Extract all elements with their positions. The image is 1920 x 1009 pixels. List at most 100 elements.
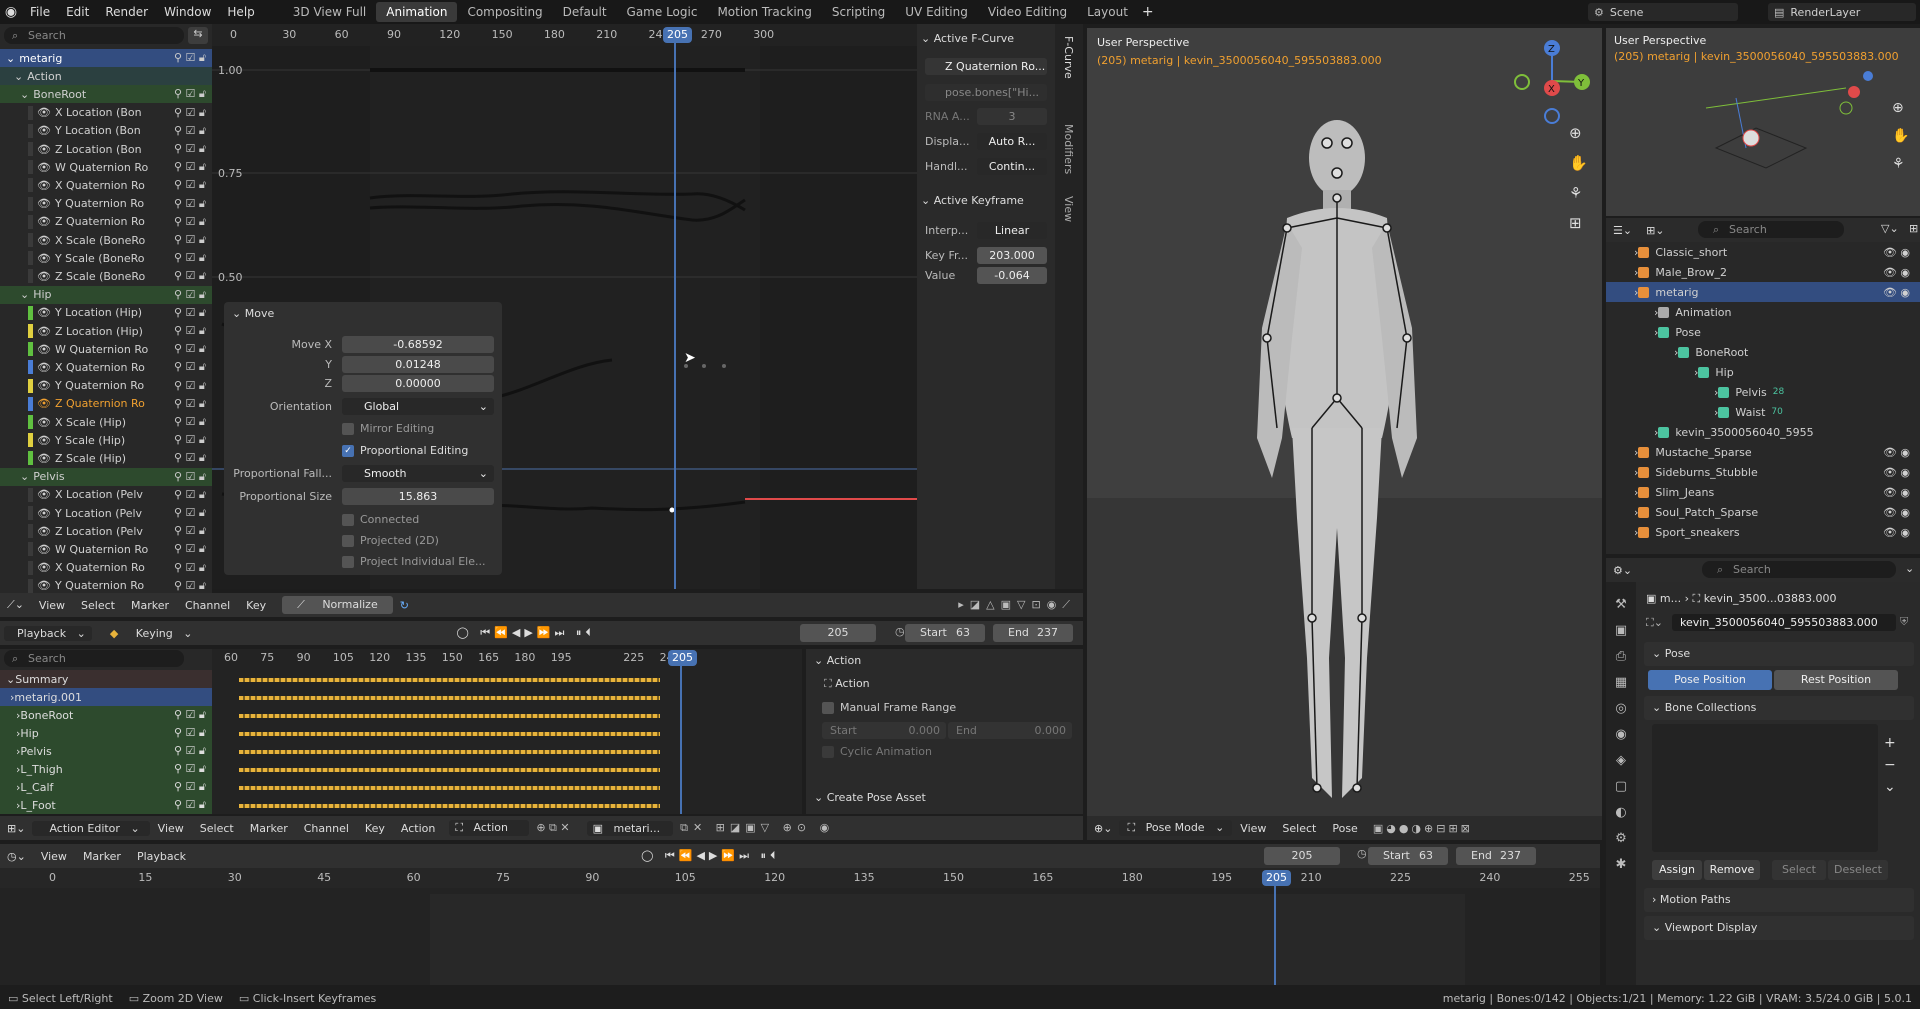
channel-toggles-icons[interactable]: ⚲ ☑ 🔓︎ bbox=[174, 798, 212, 812]
tab-default[interactable]: Default bbox=[553, 2, 617, 22]
channel-row[interactable]: ⌄ Pelvis ⚲ ☑ 🔓︎ bbox=[0, 467, 212, 486]
channel-toggles-icons[interactable]: ⚲ ☑ 🔓︎ bbox=[174, 379, 212, 393]
interpolation-dropdown[interactable]: Linear bbox=[977, 222, 1047, 239]
properties-editor-icon[interactable]: ⚙⌄ bbox=[1606, 564, 1639, 577]
start-frame-field[interactable]: Start 63 bbox=[905, 624, 985, 642]
tab-animation[interactable]: Animation bbox=[376, 2, 458, 22]
proportional-editing-checkbox[interactable]: ✓ Proportional Editing bbox=[342, 444, 468, 457]
eye-icon[interactable]: 👁︎ bbox=[37, 361, 51, 374]
channel-toggles-icons[interactable]: ⚲ ☑ 🔓︎ bbox=[174, 708, 212, 722]
eye-icon[interactable]: 👁︎ bbox=[37, 215, 51, 228]
motion-paths-header[interactable]: › Motion Paths bbox=[1644, 888, 1914, 912]
properties-search[interactable]: ⌕ Search bbox=[1702, 561, 1896, 578]
eye-icon[interactable]: 👁︎ bbox=[37, 543, 51, 556]
move-x-field[interactable]: -0.68592 bbox=[342, 336, 494, 353]
character-rig[interactable] bbox=[1217, 98, 1457, 838]
eye-icon[interactable]: 👁︎ bbox=[37, 106, 51, 119]
projected-checkbox[interactable]: Projected (2D) bbox=[342, 534, 439, 547]
dopesheet-frame-indicator[interactable]: 205 bbox=[668, 650, 697, 666]
channel-toggles-icons[interactable]: ⚲ ☑ 🔓︎ bbox=[174, 178, 212, 192]
outliner-item[interactable]: › Pelvis 28 bbox=[1606, 382, 1920, 402]
assign-button[interactable]: Assign bbox=[1652, 860, 1702, 880]
outliner-item[interactable]: › Waist 70 bbox=[1606, 402, 1920, 422]
editor-type-icon[interactable]: ⟋⌄ bbox=[0, 598, 31, 612]
action-start-field[interactable]: Start 0.000 bbox=[822, 722, 946, 739]
channel-row[interactable]: 👁︎ Z Location (Bon ⚲ ☑ 🔓︎ bbox=[0, 140, 212, 158]
channel-toggles-icons[interactable]: ⚲ ☑ 🔓︎ bbox=[174, 215, 212, 229]
active-fcurve-header[interactable]: ⌄ Active F-Curve bbox=[921, 32, 1014, 45]
channel-toggles-icons[interactable]: ⚲ ☑ 🔓︎ bbox=[174, 360, 212, 374]
menu-window[interactable]: Window bbox=[156, 5, 219, 19]
menu-view[interactable]: View bbox=[1232, 822, 1274, 835]
menu-marker[interactable]: Marker bbox=[242, 822, 296, 835]
timeline-frame-indicator[interactable]: 205 bbox=[1262, 870, 1291, 886]
chevron-down-icon[interactable]: ⌄ bbox=[20, 288, 29, 301]
channel-row[interactable]: 👁︎ W Quaternion Ro ⚲ ☑ 🔓︎ bbox=[0, 158, 212, 177]
eye-icon[interactable]: 👁︎ bbox=[37, 234, 51, 247]
chevron-down-icon[interactable]: ⌄ bbox=[6, 52, 15, 65]
outliner-item[interactable]: › Pose bbox=[1606, 322, 1920, 342]
move-z-field[interactable]: 0.00000 bbox=[342, 375, 494, 392]
channel-toggles-icons[interactable]: ⚲ ☑ 🔓︎ bbox=[174, 306, 212, 320]
channel-row[interactable]: 👁︎ Z Scale (BoneRo ⚲ ☑ 🔓︎ bbox=[0, 267, 212, 286]
menu-edit[interactable]: Edit bbox=[58, 5, 97, 19]
viewport-nav-icons[interactable]: ⊕ ✋ ⚘ ⊞ bbox=[1569, 118, 1588, 238]
channel-toggles-icons[interactable]: ⚲ ☑ 🔓︎ bbox=[174, 762, 212, 776]
menu-marker[interactable]: Marker bbox=[75, 850, 129, 863]
dopesheet-channel-row[interactable]: › L_Thigh ⚲ ☑ 🔓︎ bbox=[0, 760, 212, 778]
visibility-icons[interactable]: 👁︎ ◉ bbox=[1883, 266, 1910, 279]
dopesheet-search[interactable]: ⌕ Search bbox=[4, 650, 184, 667]
proportional-size-field[interactable]: 15.863 bbox=[342, 488, 494, 505]
scene-selector[interactable]: ⚙ Scene bbox=[1588, 3, 1738, 21]
menu-view[interactable]: View bbox=[150, 822, 192, 835]
property-tab-icons[interactable]: ⚒ ▣ ⎙ ▦ ◎ ◉ ◈ ▢ ◐ ⚙ ✱ bbox=[1606, 582, 1636, 878]
blender-logo-icon[interactable]: ◉ bbox=[0, 4, 22, 20]
channel-row[interactable]: 👁︎ Z Location (Pelv ⚲ ☑ 🔓︎ bbox=[0, 522, 212, 541]
menu-channel[interactable]: Channel bbox=[296, 822, 357, 835]
action-editor-dropdown[interactable]: Action Editor ⌄ bbox=[32, 820, 150, 836]
shading-icons[interactable]: ▣◕●◑⊕⊟⊞⊠ bbox=[1366, 822, 1480, 835]
menu-view[interactable]: View bbox=[31, 599, 73, 612]
orientation-dropdown[interactable]: Global ⌄ bbox=[342, 398, 494, 415]
eye-icon[interactable]: 👁︎ bbox=[37, 143, 51, 156]
dopesheet-channel-row[interactable]: › Pelvis ⚲ ☑ 🔓︎ bbox=[0, 742, 212, 760]
project-individual-checkbox[interactable]: Project Individual Ele... bbox=[342, 555, 485, 568]
eye-icon[interactable]: 👁︎ bbox=[37, 561, 51, 574]
channel-row[interactable]: 👁︎ Y Scale (Hip) ⚲ ☑ 🔓︎ bbox=[0, 431, 212, 450]
normalize-toggle-icon[interactable]: ↻ bbox=[393, 599, 416, 612]
remove-button[interactable]: Remove bbox=[1704, 860, 1760, 880]
channel-toggles-icons[interactable]: ⚲ ☑ 🔓︎ bbox=[174, 124, 212, 138]
rna-index-field[interactable]: 3 bbox=[977, 108, 1047, 125]
eye-icon[interactable]: 👁︎ bbox=[37, 379, 51, 392]
outliner-item[interactable]: › Mustache_Sparse 👁︎ ◉ bbox=[1606, 442, 1920, 462]
visibility-icons[interactable]: 👁︎ ◉ bbox=[1883, 486, 1910, 499]
channel-toggles-icons[interactable]: ⚲ ☑ 🔓︎ bbox=[174, 488, 212, 502]
visibility-icons[interactable]: 👁︎ ◉ bbox=[1883, 466, 1910, 479]
menu-select[interactable]: Select bbox=[73, 599, 123, 612]
channel-toggles-icons[interactable]: ⚲ ☑ 🔓︎ bbox=[174, 251, 212, 265]
graph-tools-icons[interactable]: ▸◪△▣▽⊡◉⟋ bbox=[951, 598, 1083, 612]
tab-uv-editing[interactable]: UV Editing bbox=[895, 2, 978, 22]
eye-icon[interactable]: 👁︎ bbox=[37, 434, 51, 447]
outliner-item[interactable]: › BoneRoot bbox=[1606, 342, 1920, 362]
mirror-editing-checkbox[interactable]: Mirror Editing bbox=[342, 422, 434, 435]
chevron-down-icon[interactable]: ⌄ bbox=[1898, 562, 1920, 575]
channel-row[interactable]: 👁︎ Z Scale (Hip) ⚲ ☑ 🔓︎ bbox=[0, 449, 212, 468]
channel-row[interactable]: 👁︎ Y Scale (BoneRo ⚲ ☑ 🔓︎ bbox=[0, 249, 212, 268]
action-selector[interactable]: ⛶ Action bbox=[449, 820, 530, 836]
dopesheet-channel-row[interactable]: › L_Foot ⚲ ☑ 🔓︎ bbox=[0, 796, 212, 814]
eye-icon[interactable]: 👁︎ bbox=[37, 416, 51, 429]
chevron-icon[interactable]: ⌄ bbox=[6, 673, 15, 686]
channel-row[interactable]: 👁︎ Y Location (Bon ⚲ ☑ 🔓︎ bbox=[0, 121, 212, 140]
tab-video-editing[interactable]: Video Editing bbox=[978, 2, 1077, 22]
timeline-playback-controls[interactable]: ◯ ⏮⏪◀▶⏩⏭ ⏸⏴ bbox=[634, 849, 786, 863]
display-mode-icon[interactable]: ⊞⌄ bbox=[1639, 224, 1671, 237]
tab-fcurve[interactable]: F-Curve bbox=[1062, 36, 1075, 79]
playback-controls[interactable]: ◯ ⏮⏪◀▶⏩⏭ ⏸⏴ bbox=[449, 626, 601, 640]
channel-toggles-icons[interactable]: ⚲ ☑ 🔓︎ bbox=[174, 160, 212, 174]
cyclic-animation-checkbox[interactable]: Cyclic Animation bbox=[822, 745, 932, 758]
outliner-item[interactable]: › metarig 👁︎ ◉ bbox=[1606, 282, 1920, 302]
data-path-field[interactable]: pose.bones["Hi... bbox=[925, 84, 1047, 101]
channel-toggles-icons[interactable]: ⚲ ☑ 🔓︎ bbox=[174, 142, 212, 156]
channel-row[interactable]: 👁︎ Y Quaternion Ro ⚲ ☑ 🔓︎ bbox=[0, 376, 212, 395]
